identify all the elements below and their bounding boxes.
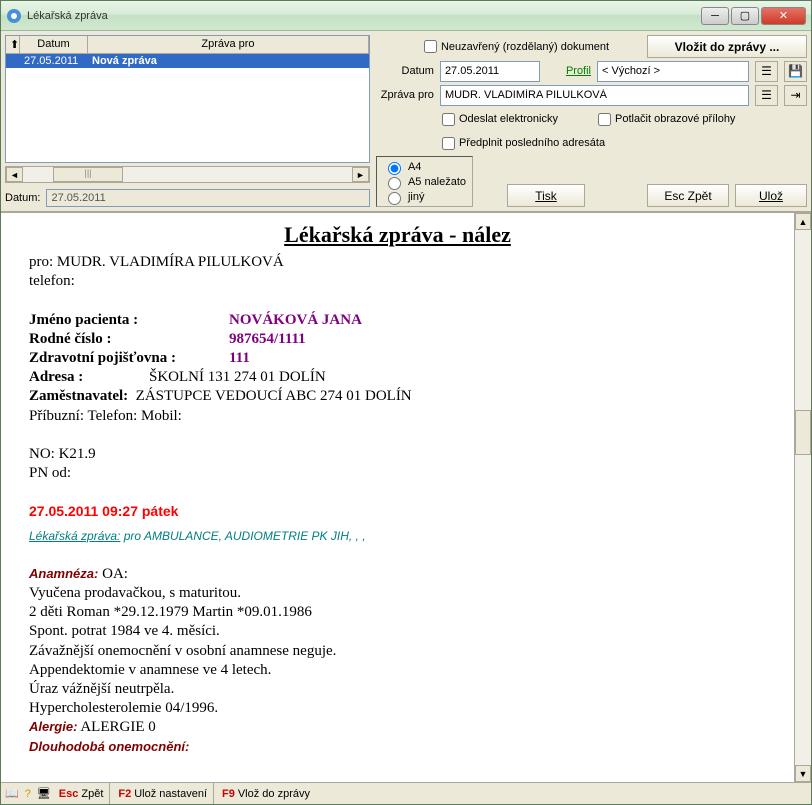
hscroll-thumb[interactable]: ||| xyxy=(53,167,123,182)
scroll-right-icon[interactable]: ► xyxy=(352,167,369,182)
anam-l2: 2 děti Roman *29.12.1979 Martin *09.01.1… xyxy=(29,603,766,622)
zam-value: ZÁSTUPCE VEDOUCÍ ABC 274 01 DOLÍN xyxy=(136,388,412,404)
rc-label: Rodné číslo : xyxy=(29,330,229,349)
scroll-down-icon[interactable]: ▼ xyxy=(795,765,811,782)
tisk-button[interactable]: Tisk xyxy=(507,184,585,207)
pn-line: PN od: xyxy=(29,464,766,483)
dlouho-label: Dlouhodobá onemocnění: xyxy=(29,739,189,754)
status-f9[interactable]: F9 Vlož do zprávy xyxy=(220,783,316,804)
alergie-label: Alergie: xyxy=(29,719,77,734)
zprava-pro-field[interactable] xyxy=(440,85,749,106)
doc-title: Lékařská zpráva - nález xyxy=(29,221,766,249)
help-icon[interactable]: ? xyxy=(25,788,31,800)
app-icon xyxy=(6,8,22,24)
profil-browse-icon[interactable]: ☰ xyxy=(755,61,778,82)
status-esc[interactable]: Esc Zpět xyxy=(57,783,111,804)
anam-l6: Úraz vážnější neutrpěla. xyxy=(29,680,766,699)
lz-text: pro AMBULANCE, AUDIOMETRIE PK JIH, , , xyxy=(120,529,365,543)
doc-vscrollbar[interactable]: ▲ ▼ xyxy=(794,213,811,782)
anam-oa: OA: xyxy=(98,566,128,582)
doc-telefon: telefon: xyxy=(29,272,766,291)
reports-list[interactable]: ⬆ Datum Zpráva pro 27.05.2011 Nová zpráv… xyxy=(5,35,370,163)
zpet-button[interactable]: Esc Zpět xyxy=(647,184,729,207)
recipient-browse-icon[interactable]: ☰ xyxy=(755,85,778,106)
maximize-button[interactable]: ▢ xyxy=(731,7,759,25)
vscroll-thumb[interactable] xyxy=(795,410,811,455)
document-content[interactable]: Lékařská zpráva - nález pro: MUDR. VLADI… xyxy=(1,213,794,782)
lz-head: Lékařská zpráva: xyxy=(29,529,120,543)
titlebar: Lékařská zpráva ─ ▢ ✕ xyxy=(1,1,811,31)
datum-label2: Datum xyxy=(374,65,434,77)
anam-label: Anamnéza: xyxy=(29,566,98,581)
datum-field[interactable] xyxy=(440,61,540,82)
scroll-left-icon[interactable]: ◄ xyxy=(6,167,23,182)
uloz-button[interactable]: Ulož xyxy=(735,184,807,207)
zam-label: Zaměstnavatel: xyxy=(29,388,128,404)
radio-a4[interactable]: A4 xyxy=(383,159,466,174)
datum-input[interactable] xyxy=(46,189,369,207)
zprava-pro-label: Zpráva pro xyxy=(374,89,434,101)
paper-size-group: A4 A5 naležato jiný xyxy=(376,156,473,207)
recipient-action-icon[interactable]: ⇥ xyxy=(784,85,807,106)
alergie-value: ALERGIE 0 xyxy=(77,719,155,735)
datum-label: Datum: xyxy=(5,192,40,204)
vlozit-button[interactable]: Vložit do zprávy ... xyxy=(647,35,807,58)
row-date: 27.05.2011 xyxy=(20,54,88,68)
statusbar: 📖 ? 🖥 Esc Zpět F2 Ulož nastavení F9 Vlož… xyxy=(1,782,811,804)
close-button[interactable]: ✕ xyxy=(761,7,806,25)
document-area: Lékařská zpráva - nález pro: MUDR. VLADI… xyxy=(1,212,811,782)
col-datum[interactable]: Datum xyxy=(20,36,88,53)
doc-pro: pro: MUDR. VLADIMÍRA PILULKOVÁ xyxy=(29,253,766,272)
scroll-up-icon[interactable]: ▲ xyxy=(795,213,811,230)
list-header: ⬆ Datum Zpráva pro xyxy=(6,36,369,54)
jmeno-label: Jméno pacienta : xyxy=(29,311,229,330)
jmeno-value: NOVÁKOVÁ JANA xyxy=(229,312,362,328)
col-zprava-pro[interactable]: Zpráva pro xyxy=(88,36,369,53)
radio-jiny[interactable]: jiný xyxy=(383,189,466,204)
predplnit-check[interactable]: Předplnit posledního adresáta xyxy=(442,137,605,150)
odeslat-check[interactable]: Odeslat elektronicky xyxy=(442,113,558,126)
profil-save-icon[interactable]: 💾 xyxy=(784,61,807,82)
anam-l1: Vyučena prodavačkou, s maturitou. xyxy=(29,584,766,603)
sort-icon[interactable]: ⬆ xyxy=(6,36,20,53)
adresa-label: Adresa : xyxy=(29,368,149,387)
list-hscrollbar[interactable]: ◄ ||| ► xyxy=(5,166,370,183)
window-title: Lékařská zpráva xyxy=(27,10,699,22)
potlacit-check[interactable]: Potlačit obrazové přílohy xyxy=(598,113,735,126)
monitor-icon[interactable]: 🖥 xyxy=(37,787,51,800)
anam-l5: Appendektomie v anamnese ve 4 letech. xyxy=(29,661,766,680)
anam-l3: Spont. potrat 1984 ve 4. měsíci. xyxy=(29,622,766,641)
top-panel: ⬆ Datum Zpráva pro 27.05.2011 Nová zpráv… xyxy=(1,31,811,212)
rc-value: 987654/1111 xyxy=(229,331,306,347)
anam-l4: Závažnější onemocnění v osobní anamnese … xyxy=(29,642,766,661)
adresa-value: ŠKOLNÍ 131 274 01 DOLÍN xyxy=(149,369,326,385)
timestamp: 27.05.2011 09:27 pátek xyxy=(29,503,766,521)
pribuz-line: Příbuzní: Telefon: Mobil: xyxy=(29,407,766,426)
anam-l7: Hypercholesterolemie 04/1996. xyxy=(29,699,766,718)
no-line: NO: K21.9 xyxy=(29,445,766,464)
radio-a5[interactable]: A5 naležato xyxy=(383,174,466,189)
profil-field[interactable] xyxy=(597,61,749,82)
minimize-button[interactable]: ─ xyxy=(701,7,729,25)
poj-label: Zdravotní pojišťovna : xyxy=(29,349,229,368)
poj-value: 111 xyxy=(229,350,250,366)
list-row[interactable]: 27.05.2011 Nová zpráva xyxy=(6,54,369,68)
book-icon[interactable]: 📖 xyxy=(5,787,19,800)
neuzavreny-check[interactable]: Neuzavřený (rozdělaný) dokument xyxy=(424,40,609,53)
status-f2[interactable]: F2 Ulož nastavení xyxy=(116,783,214,804)
profil-label[interactable]: Profil xyxy=(566,65,591,77)
row-text: Nová zpráva xyxy=(88,54,369,68)
